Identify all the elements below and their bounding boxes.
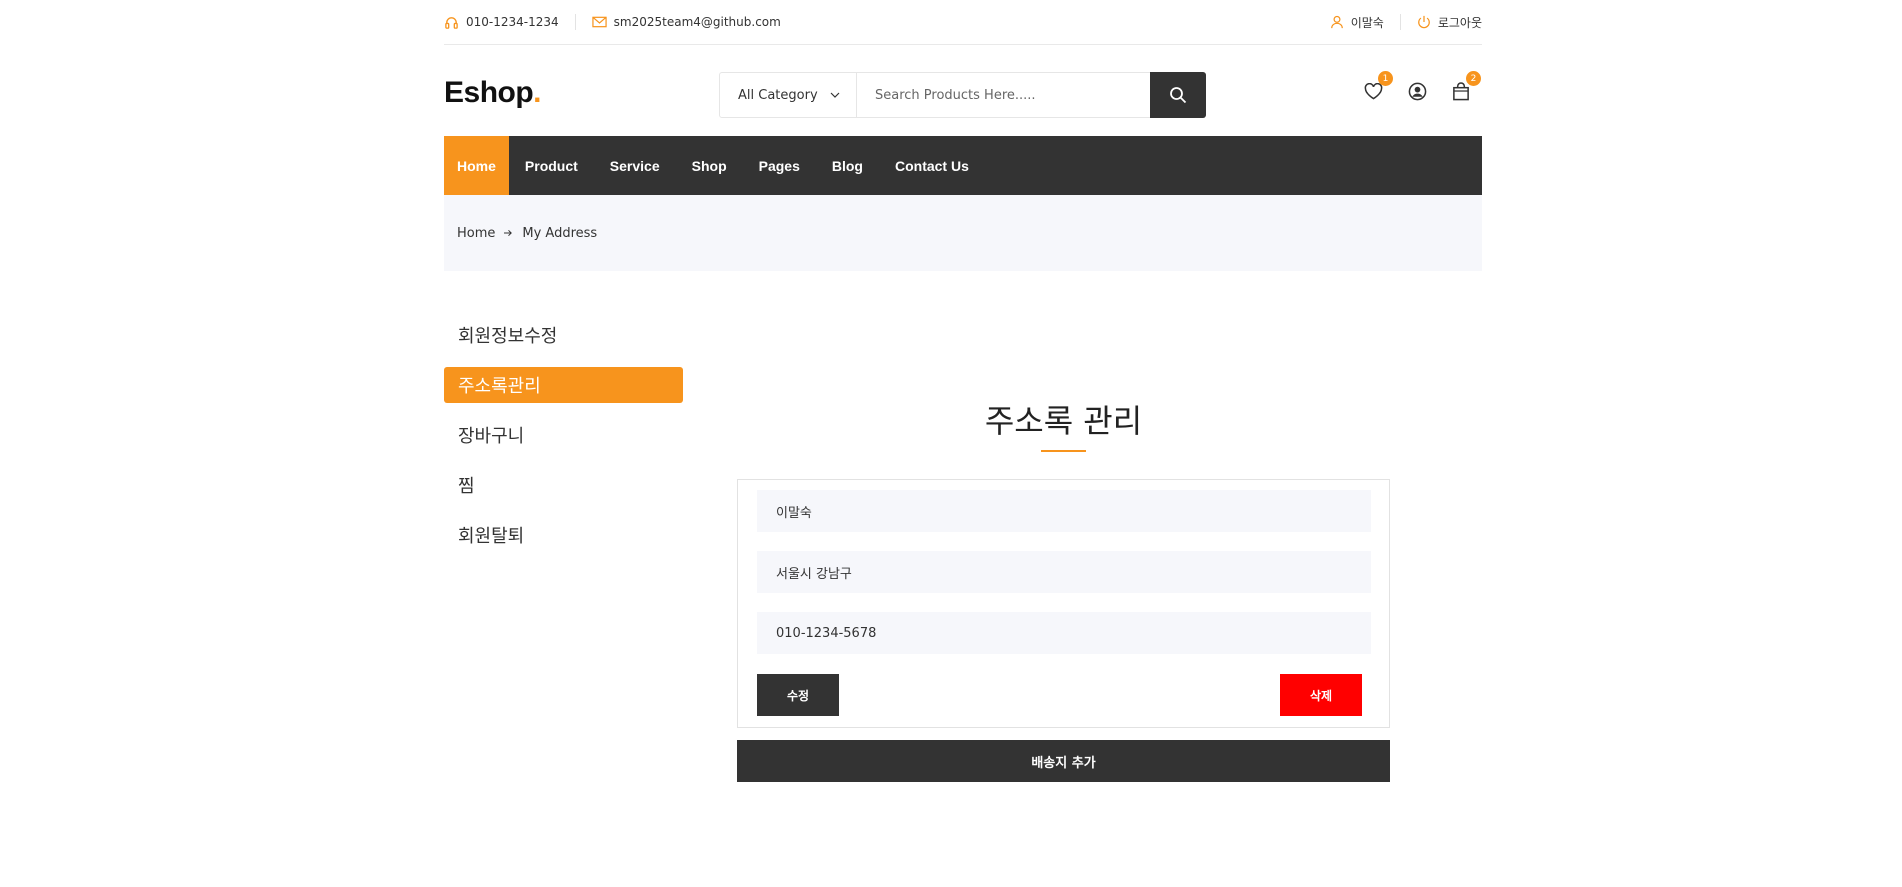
headset-icon [444, 15, 459, 30]
user-link[interactable]: 이말숙 [1330, 14, 1384, 31]
phone-text: 010-1234-1234 [466, 15, 559, 29]
header-icons: 1 2 [1362, 71, 1481, 102]
logout-link[interactable]: 로그아웃 [1417, 14, 1482, 31]
nav-item-service[interactable]: Service [594, 136, 676, 195]
delete-button[interactable]: 삭제 [1280, 674, 1362, 716]
heart-icon [1364, 82, 1383, 100]
search-icon [1169, 86, 1187, 104]
logo[interactable]: Eshop. [444, 76, 542, 110]
power-icon [1417, 15, 1431, 29]
category-label: All Category [738, 87, 818, 103]
breadcrumb-home[interactable]: Home [457, 226, 495, 241]
nav-item-blog[interactable]: Blog [816, 136, 879, 195]
account-button[interactable] [1406, 80, 1428, 102]
edit-button[interactable]: 수정 [757, 674, 839, 716]
mail-icon [591, 16, 607, 28]
wishlist-count-badge: 1 [1378, 71, 1393, 86]
breadcrumb-current: My Address [522, 225, 598, 241]
nav-item-pages[interactable]: Pages [743, 136, 816, 195]
title-underline [1041, 450, 1086, 452]
contact-info: 010-1234-1234 sm2025team4@github.com [444, 14, 781, 30]
header: Eshop. All Category 1 [444, 71, 1482, 118]
shopping-bag-icon [1452, 81, 1470, 101]
sidebar-item-withdraw[interactable]: 회원탈퇴 [444, 517, 683, 553]
arrow-right-icon [504, 229, 513, 237]
search-input[interactable] [857, 73, 1150, 117]
add-address-button[interactable]: 배송지 추가 [737, 740, 1390, 782]
logo-text: Eshop [444, 76, 534, 109]
user-name: 이말숙 [1350, 15, 1384, 30]
phone-info: 010-1234-1234 [444, 15, 559, 30]
logo-dot: . [533, 76, 542, 109]
cart-button[interactable]: 2 [1450, 71, 1481, 102]
main-nav: Home Product Service Shop Pages Blog Con… [444, 136, 1482, 195]
category-select[interactable]: All Category [720, 73, 857, 117]
account-links: 이말숙 로그아웃 [1330, 14, 1482, 31]
breadcrumb: Home My Address [444, 195, 1482, 271]
wishlist-button[interactable]: 1 [1362, 71, 1393, 102]
top-bar: 010-1234-1234 sm2025team4@github.com 이말숙… [444, 0, 1482, 45]
nav-item-home[interactable]: Home [444, 136, 509, 195]
nav-item-product[interactable]: Product [509, 136, 594, 195]
address-phone-field: 010-1234-5678 [757, 612, 1371, 654]
user-icon [1330, 15, 1344, 29]
nav-item-contact[interactable]: Contact Us [879, 136, 985, 195]
search-button[interactable] [1150, 72, 1206, 118]
sidebar-item-address-book[interactable]: 주소록관리 [444, 367, 683, 403]
sidebar-item-wishlist[interactable]: 찜 [444, 467, 683, 503]
address-card: 이말숙 서울시 강남구 010-1234-5678 수정 삭제 [737, 479, 1390, 728]
divider [1399, 14, 1401, 30]
sidebar-item-edit-profile[interactable]: 회원정보수정 [444, 317, 683, 353]
search-bar: All Category [719, 72, 1206, 118]
email-info: sm2025team4@github.com [591, 15, 781, 29]
page-title: 주소록 관리 [984, 402, 1143, 440]
sidebar-item-cart[interactable]: 장바구니 [444, 417, 683, 453]
logout-label: 로그아웃 [1437, 15, 1482, 30]
nav-item-shop[interactable]: Shop [676, 136, 743, 195]
account-sidebar: 회원정보수정 주소록관리 장바구니 찜 회원탈퇴 [444, 317, 683, 567]
email-text: sm2025team4@github.com [613, 15, 781, 29]
user-circle-icon [1408, 82, 1427, 101]
address-field: 서울시 강남구 [757, 551, 1371, 593]
chevron-down-icon [830, 92, 840, 98]
cart-count-badge: 2 [1466, 71, 1481, 86]
divider [574, 14, 576, 30]
address-name-field: 이말숙 [757, 490, 1371, 532]
